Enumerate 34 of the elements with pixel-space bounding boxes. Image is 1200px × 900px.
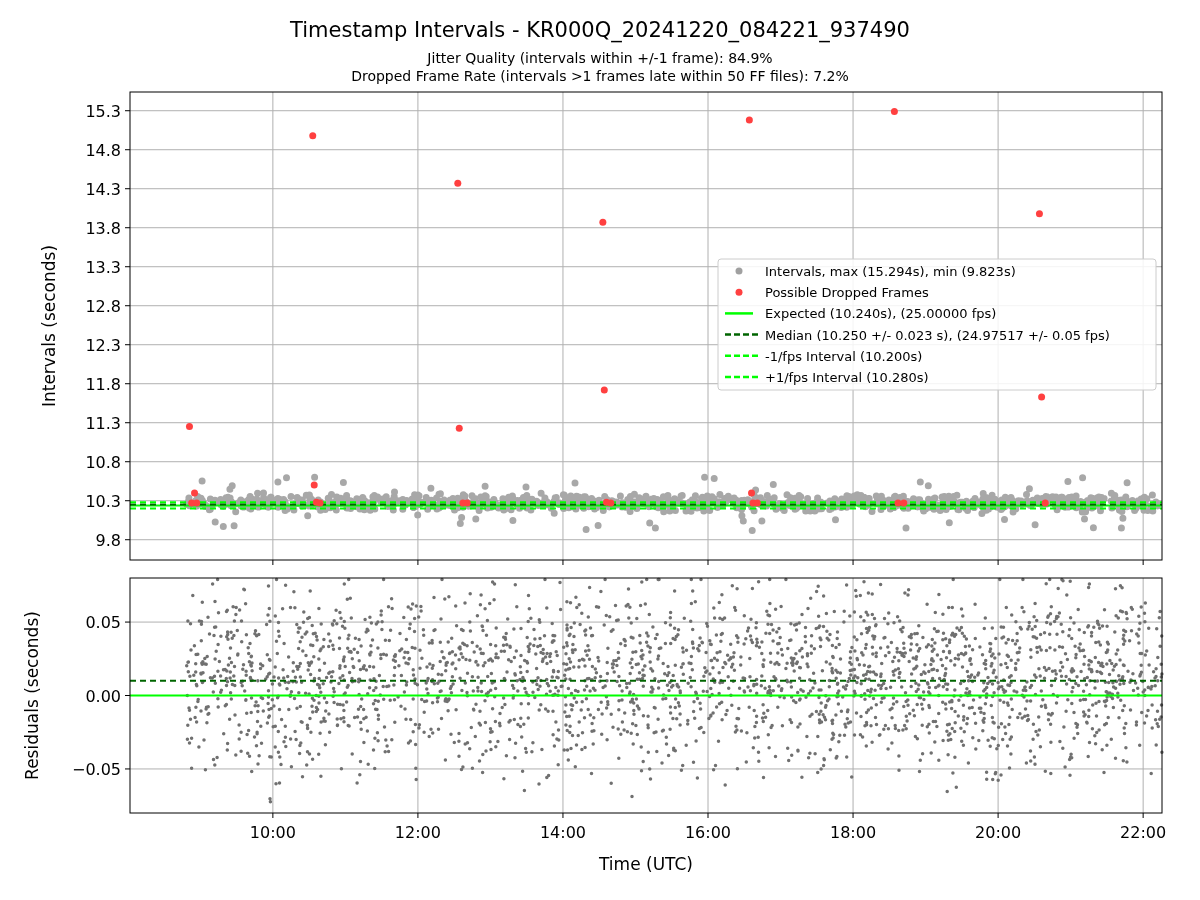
y-tick-label: 13.8 [85, 218, 121, 238]
x-tick-label: 22:00 [1120, 823, 1167, 842]
x-tick-label: 12:00 [394, 823, 441, 842]
y-tick-label: 11.8 [85, 374, 121, 394]
chart-subtitle: Jitter Quality (intervals within +/-1 frame): 84.9% [427, 50, 773, 66]
legend-label: -1/fps Interval (10.200s) [765, 348, 923, 364]
y-tick-label: 13.3 [85, 257, 121, 277]
legend-label: Expected (10.240s), (25.00000 fps) [765, 306, 997, 322]
chart-subtitle: Dropped Frame Rate (intervals >1 frames late within 50 FF files): 7.2% [351, 68, 849, 84]
y-tick-label: 14.8 [85, 140, 121, 160]
y-axis-label: Intervals (seconds) [39, 244, 59, 408]
x-tick-label: 14:00 [539, 823, 586, 842]
y-tick-label: 15.3 [85, 101, 121, 121]
y-tick-label: 0.05 [85, 613, 121, 633]
x-tick-label: 18:00 [830, 823, 877, 842]
y-tick-label: 0.00 [85, 686, 121, 706]
y-tick-label: 10.3 [85, 491, 121, 511]
legend-label: Intervals, max (15.294s), min (9.823s) [765, 264, 1016, 279]
x-tick-label: 20:00 [975, 823, 1022, 842]
y-tick-label: −0.05 [71, 759, 121, 779]
y-tick-label: 9.8 [95, 530, 121, 550]
y-tick-label: 12.3 [85, 335, 121, 355]
y-tick-label: 12.8 [85, 296, 121, 316]
legend-label: Median (10.250 +/- 0.023 s), (24.97517 +/- 0.05 fps) [765, 327, 1110, 343]
legend-label: +1/fps Interval (10.280s) [765, 370, 929, 385]
x-axis-label: Time (UTC) [599, 854, 693, 874]
x-tick-label: 16:00 [684, 823, 732, 842]
legend-label: Possible Dropped Frames [765, 285, 929, 301]
x-tick-label: 10:00 [249, 823, 296, 842]
y-tick-label: 14.3 [85, 179, 121, 199]
y-tick-label: 10.8 [85, 452, 121, 472]
chart-title: Timestamp Intervals - KR000Q_20241220_084221_937490 [290, 18, 910, 42]
y-tick-label: 11.3 [85, 413, 121, 433]
y-axis-label: Residuals (seconds) [22, 611, 42, 780]
